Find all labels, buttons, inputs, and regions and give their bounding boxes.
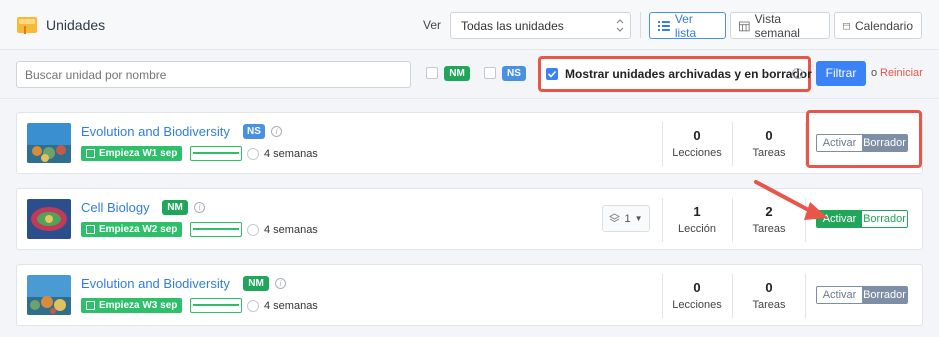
progress-bar <box>190 146 242 161</box>
unit-thumbnail <box>27 123 71 163</box>
reset-link[interactable]: Reiniciar <box>880 67 923 79</box>
search-input[interactable] <box>16 61 411 88</box>
stat-divider <box>732 122 733 166</box>
unit-view-select-value: Todas las unidades <box>461 19 564 33</box>
page-title: Unidades <box>46 17 106 33</box>
start-week-label: Empieza W2 sep <box>99 224 178 235</box>
clock-icon <box>247 148 259 160</box>
chevron-down-icon: ▼ <box>634 214 643 223</box>
units-app-icon <box>17 17 37 34</box>
draft-option[interactable]: Borrador <box>862 211 907 227</box>
unit-thumbnail <box>27 199 71 239</box>
ns-filter-badge: NS <box>502 66 526 81</box>
unit-title[interactable]: Cell Biology <box>81 200 150 215</box>
tasks-stat: 0 Tareas <box>734 122 804 166</box>
tasks-label: Tareas <box>752 299 786 311</box>
progress-bar <box>190 298 242 313</box>
view-label: Ver <box>423 18 442 32</box>
header-divider <box>640 12 641 38</box>
unit-row[interactable]: Evolution and Biodiversity NM i Empieza … <box>16 264 923 326</box>
info-icon[interactable]: i <box>194 202 205 213</box>
tasks-count: 0 <box>765 280 773 295</box>
unit-title[interactable]: Evolution and Biodiversity <box>81 124 230 139</box>
unit-view-select[interactable]: Todas las unidades <box>450 12 631 39</box>
weekly-view-label: Vista semanal <box>754 11 800 40</box>
progress-bar <box>190 222 242 237</box>
info-icon[interactable]: i <box>271 126 282 137</box>
duration-label: 4 semanas <box>264 148 318 160</box>
units-page: Unidades Ver Todas las unidades Ver list… <box>0 0 939 337</box>
calendar-view-label: Calendario <box>854 18 913 33</box>
calendar-icon <box>86 149 95 158</box>
ns-filter-checkbox[interactable] <box>484 67 496 79</box>
archived-checkbox[interactable] <box>546 68 558 80</box>
lessons-count: 0 <box>693 280 701 295</box>
annotation-arrow-icon <box>754 180 828 220</box>
clock-icon <box>247 224 259 236</box>
draft-option[interactable]: Borrador <box>862 287 907 303</box>
unit-title[interactable]: Evolution and Biodiversity <box>81 276 230 291</box>
stat-divider <box>732 274 733 318</box>
duration-label: 4 semanas <box>264 224 318 236</box>
lessons-stat: 0 Lecciones <box>662 122 732 166</box>
unit-row[interactable]: Evolution and Biodiversity NS i Empieza … <box>16 112 923 174</box>
calendar-icon <box>843 22 850 29</box>
nm-filter-badge: NM <box>444 66 470 81</box>
lessons-stat: 1 Lección <box>662 198 732 242</box>
lessons-label: Lección <box>678 223 716 235</box>
activate-option[interactable]: Activar <box>817 287 862 303</box>
weekly-view-button[interactable]: Vista semanal <box>730 11 830 40</box>
start-week-label: Empieza W3 sep <box>99 300 178 311</box>
filter-button[interactable]: Filtrar <box>816 61 866 86</box>
select-caret-icon <box>616 19 624 32</box>
start-week-label: Empieza W1 sep <box>99 148 178 159</box>
calendar-icon <box>86 225 95 234</box>
or-text: o <box>871 67 878 79</box>
tasks-label: Tareas <box>752 223 786 235</box>
page-header: Unidades Ver Todas las unidades Ver list… <box>0 0 939 50</box>
stat-divider <box>805 274 806 318</box>
calendar-grid-icon <box>739 21 750 31</box>
start-week-badge: Empieza W2 sep <box>81 222 183 237</box>
tasks-label: Tareas <box>752 147 786 159</box>
list-view-button[interactable]: Ver lista <box>649 11 726 40</box>
layers-count: 1 <box>624 212 631 225</box>
start-week-badge: Empieza W1 sep <box>81 146 183 161</box>
status-toggle[interactable]: Activar Borrador <box>816 286 908 304</box>
toggle-highlight-box <box>806 110 922 168</box>
layers-icon <box>609 213 621 223</box>
unit-level-badge: NS <box>243 124 265 139</box>
list-view-label: Ver lista <box>674 11 697 40</box>
duration-label: 4 semanas <box>264 300 318 312</box>
clock-icon <box>247 300 259 312</box>
lessons-stat: 0 Lecciones <box>662 274 732 318</box>
calendar-view-button[interactable]: Calendario <box>834 12 922 39</box>
archived-filter-label: Mostrar unidades archivadas y en borrado… <box>565 67 812 81</box>
lessons-count: 0 <box>693 128 701 143</box>
tasks-count: 0 <box>765 128 773 143</box>
calendar-icon <box>86 301 95 310</box>
unit-thumbnail <box>27 275 71 315</box>
unit-level-badge: NM <box>162 200 188 215</box>
lessons-label: Lecciones <box>672 147 722 159</box>
unit-level-badge: NM <box>243 276 269 291</box>
lessons-label: Lecciones <box>672 299 722 311</box>
nm-filter-checkbox[interactable] <box>426 67 438 79</box>
tasks-stat: 0 Tareas <box>734 274 804 318</box>
start-week-badge: Empieza W3 sep <box>81 298 183 313</box>
stat-divider <box>732 198 733 242</box>
info-icon[interactable]: i <box>275 278 286 289</box>
list-icon <box>658 20 670 31</box>
section-divider <box>0 98 939 99</box>
lessons-count: 1 <box>693 204 701 219</box>
info-icon[interactable]: i <box>792 68 803 79</box>
checkmark-icon <box>547 70 557 78</box>
layers-dropdown[interactable]: 1 ▼ <box>602 205 650 232</box>
